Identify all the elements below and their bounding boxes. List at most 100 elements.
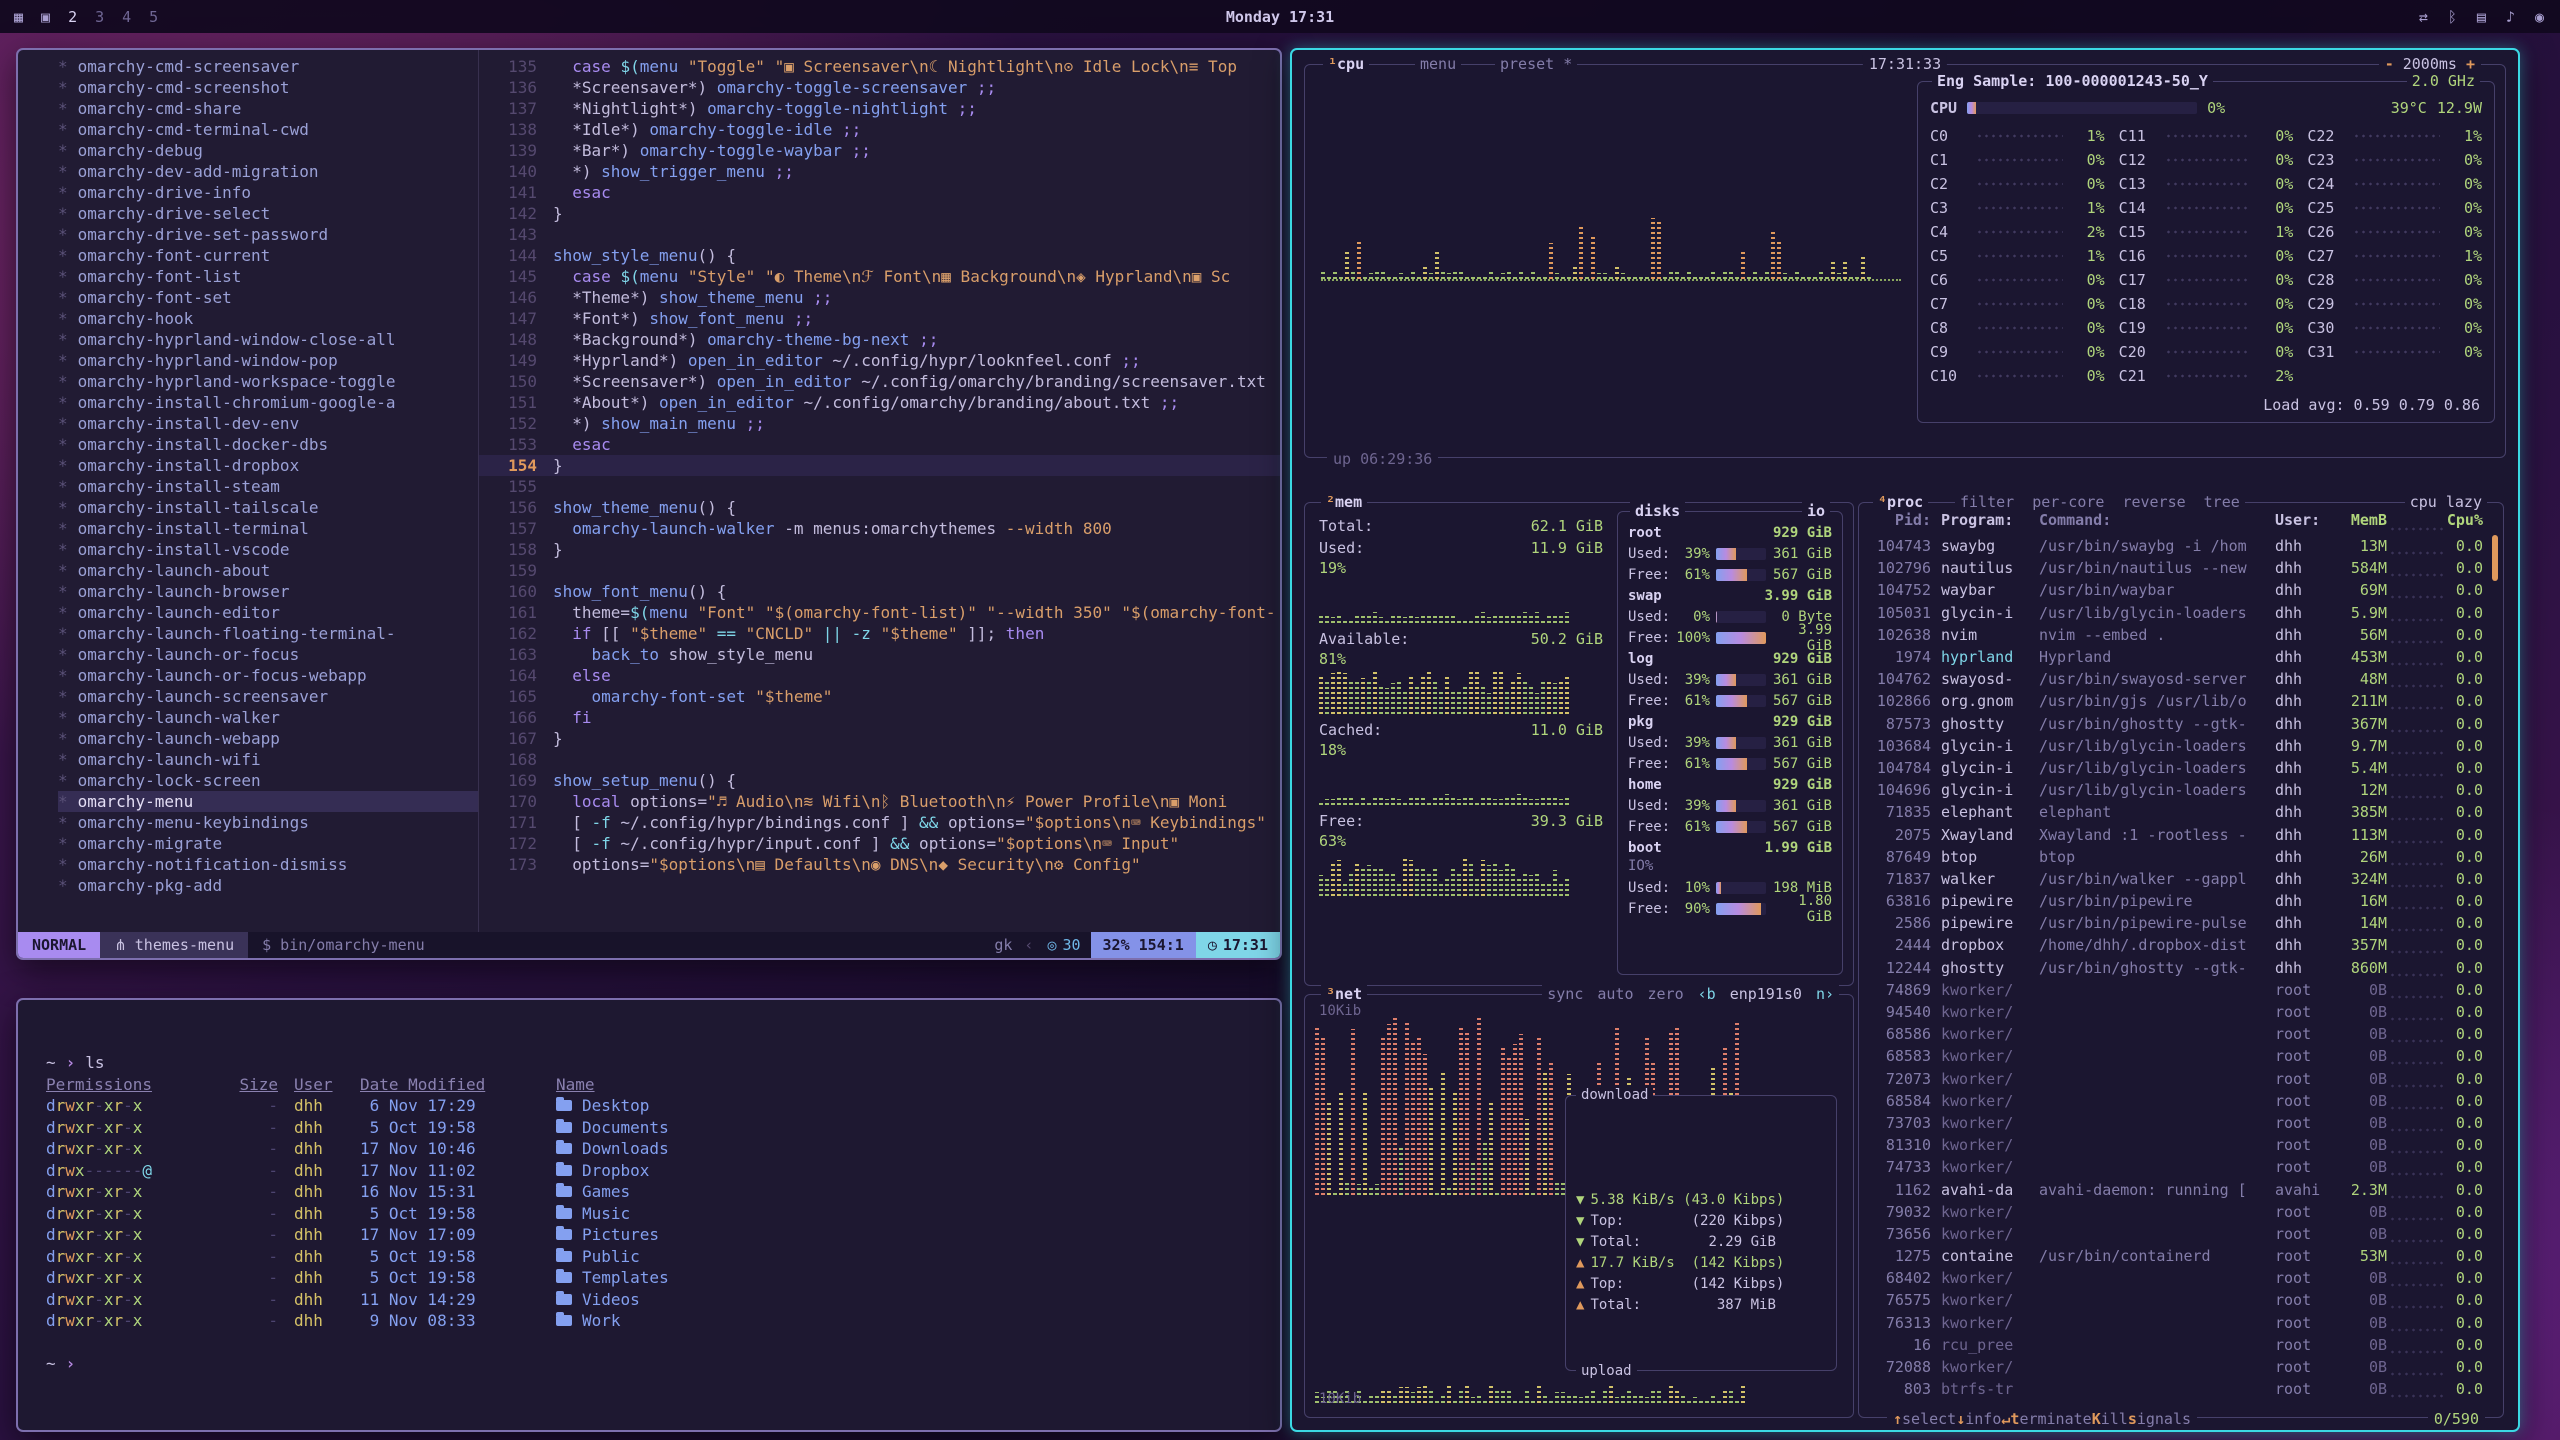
file-item[interactable]: *omarchy-hyprland-window-pop [58, 350, 478, 371]
power-icon[interactable]: ◉ [2535, 8, 2544, 26]
file-item[interactable]: *omarchy-menu-keybindings [58, 812, 478, 833]
file-item[interactable]: *omarchy-hyprland-workspace-toggle [58, 371, 478, 392]
process-row[interactable]: 12244ghostty/usr/bin/ghostty --gtk-dhh86… [1869, 957, 2483, 979]
file-item[interactable]: *omarchy-launch-walker [58, 707, 478, 728]
file-item[interactable]: *omarchy-launch-floating-terminal- [58, 623, 478, 644]
hotkey[interactable]: ↓ [1956, 1410, 1965, 1428]
workspace-2[interactable]: 2 [68, 8, 77, 26]
file-item[interactable]: *omarchy-drive-select [58, 203, 478, 224]
process-row[interactable]: 102796nautilus/usr/bin/nautilus --newdhh… [1869, 557, 2483, 579]
hotkey[interactable]: info [1965, 1410, 2001, 1428]
process-row[interactable]: 104784glycin-i/usr/lib/glycin-loadersdhh… [1869, 757, 2483, 779]
network-icon[interactable]: ⇄ [2419, 8, 2428, 26]
workspace-4[interactable]: 4 [122, 8, 131, 26]
file-item[interactable]: *omarchy-install-dropbox [58, 455, 478, 476]
proc-filter-button[interactable]: filter [1960, 493, 2014, 511]
process-row[interactable]: 72073kworker/root0B0.0 [1869, 1068, 2483, 1090]
file-item[interactable]: *omarchy-menu [58, 791, 478, 812]
prompt-line[interactable]: ~› [46, 1353, 1252, 1375]
process-row[interactable]: 73703kworker/root0B0.0 [1869, 1112, 2483, 1134]
process-row[interactable]: 2586pipewire/usr/bin/pipewire-pulsedhh14… [1869, 912, 2483, 934]
code-editor[interactable]: 135 case $(menu "Toggle" "▣ Screensaver\… [478, 50, 1280, 932]
proc-col-header[interactable]: MemB [2335, 511, 2387, 533]
file-item[interactable]: *omarchy-cmd-screenshot [58, 77, 478, 98]
file-item[interactable]: *omarchy-notification-dismiss [58, 854, 478, 875]
process-row[interactable]: 79032kworker/root0B0.0 [1869, 1201, 2483, 1223]
iface-next-button[interactable]: n› [1816, 985, 1834, 1003]
process-row[interactable]: 2444dropbox/home/dhh/.dropbox-distdhh357… [1869, 934, 2483, 956]
file-item[interactable]: *omarchy-install-tailscale [58, 497, 478, 518]
file-item[interactable]: *omarchy-dev-add-migration [58, 161, 478, 182]
hotkey[interactable]: K [2092, 1410, 2101, 1428]
process-row[interactable]: 104752waybar/usr/bin/waybardhh69M0.0 [1869, 579, 2483, 601]
process-row[interactable]: 104743swaybg/usr/bin/swaybg -i /homdhh13… [1869, 535, 2483, 557]
file-item[interactable]: *omarchy-launch-or-focus [58, 644, 478, 665]
process-row[interactable]: 72088kworker/root0B0.0 [1869, 1356, 2483, 1378]
refresh-interval[interactable]: - 2000ms + [2379, 55, 2481, 73]
process-row[interactable]: 81310kworker/root0B0.0 [1869, 1134, 2483, 1156]
process-row[interactable]: 1275containe/usr/bin/containerdroot53M0.… [1869, 1245, 2483, 1267]
file-item[interactable]: *omarchy-launch-webapp [58, 728, 478, 749]
process-sort[interactable]: cpu lazy [2405, 493, 2487, 511]
proc-reverse-button[interactable]: reverse [2122, 493, 2185, 511]
process-row[interactable]: 76575kworker/root0B0.0 [1869, 1289, 2483, 1311]
file-item[interactable]: *omarchy-drive-set-password [58, 224, 478, 245]
disks-io-toggle[interactable]: io [1802, 502, 1830, 520]
btop-preset-button[interactable]: preset * [1495, 55, 1577, 73]
process-row[interactable]: 68583kworker/root0B0.0 [1869, 1045, 2483, 1067]
process-row[interactable]: 104696glycin-i/usr/lib/glycin-loadersdhh… [1869, 779, 2483, 801]
proc-per-core-button[interactable]: per-core [2032, 493, 2104, 511]
file-item[interactable]: *omarchy-font-list [58, 266, 478, 287]
bluetooth-icon[interactable]: ᛒ [2448, 8, 2457, 26]
btop-menu-button[interactable]: menu [1415, 55, 1461, 73]
proc-col-header[interactable]: Command: [2029, 511, 2275, 533]
file-item[interactable]: *omarchy-install-steam [58, 476, 478, 497]
process-row[interactable]: 87573ghostty/usr/bin/ghostty --gtk-dhh36… [1869, 713, 2483, 735]
hotkey[interactable]: erminate [2019, 1410, 2091, 1428]
file-item[interactable]: *omarchy-font-set [58, 287, 478, 308]
process-scrollbar[interactable] [2492, 535, 2498, 1407]
file-item[interactable]: *omarchy-font-current [58, 245, 478, 266]
process-row[interactable]: 63816pipewire/usr/bin/pipewiredhh16M0.0 [1869, 890, 2483, 912]
process-row[interactable]: 73656kworker/root0B0.0 [1869, 1223, 2483, 1245]
file-item[interactable]: *omarchy-pkg-add [58, 875, 478, 896]
file-item[interactable]: *omarchy-launch-editor [58, 602, 478, 623]
process-row[interactable]: 87649btopbtopdhh26M0.0 [1869, 846, 2483, 868]
hotkey[interactable]: ↑ [1893, 1410, 1902, 1428]
proc-col-header[interactable]: User: [2275, 511, 2335, 533]
process-row[interactable]: 71835elephantelephantdhh385M0.0 [1869, 801, 2483, 823]
workspace-1-icon[interactable]: ▣ [41, 8, 50, 26]
hotkey[interactable]: ↵ [2001, 1410, 2010, 1428]
net-zero-button[interactable]: zero [1648, 985, 1684, 1003]
interval-minus-button[interactable]: - [2385, 55, 2394, 73]
file-item[interactable]: *omarchy-cmd-share [58, 98, 478, 119]
file-item[interactable]: *omarchy-launch-browser [58, 581, 478, 602]
workspace-5[interactable]: 5 [149, 8, 158, 26]
proc-col-header[interactable]: Pid: [1869, 511, 1931, 533]
file-item[interactable]: *omarchy-hook [58, 308, 478, 329]
proc-col-header[interactable]: Program: [1931, 511, 2029, 533]
process-row[interactable]: 1162avahi-daavahi-daemon: running [avahi… [1869, 1178, 2483, 1200]
file-item[interactable]: *omarchy-launch-about [58, 560, 478, 581]
process-row[interactable]: 94540kworker/root0B0.0 [1869, 1001, 2483, 1023]
process-row[interactable]: 16rcu_preeroot0B0.0 [1869, 1334, 2483, 1356]
process-row[interactable]: 1974hyprlandHyprlanddhh453M0.0 [1869, 646, 2483, 668]
process-row[interactable]: 76313kworker/root0B0.0 [1869, 1312, 2483, 1334]
file-item[interactable]: *omarchy-install-vscode [58, 539, 478, 560]
process-row[interactable]: 102866org.gnom/usr/bin/gjs /usr/lib/odhh… [1869, 690, 2483, 712]
file-item[interactable]: *omarchy-install-terminal [58, 518, 478, 539]
process-row[interactable]: 103684glycin-i/usr/lib/glycin-loadersdhh… [1869, 735, 2483, 757]
proc-tree-button[interactable]: tree [2204, 493, 2240, 511]
file-item[interactable]: *omarchy-launch-or-focus-webapp [58, 665, 478, 686]
hotkey[interactable]: select [1902, 1410, 1956, 1428]
hotkey[interactable]: ill [2101, 1410, 2128, 1428]
process-row[interactable]: 68402kworker/root0B0.0 [1869, 1267, 2483, 1289]
hotkey[interactable]: ignals [2137, 1410, 2191, 1428]
file-item[interactable]: *omarchy-install-chromium-google-a [58, 392, 478, 413]
hotkey[interactable]: s [2128, 1410, 2137, 1428]
process-row[interactable]: 104762swayosd-/usr/bin/swayosd-serverdhh… [1869, 668, 2483, 690]
process-row[interactable]: 74733kworker/root0B0.0 [1869, 1156, 2483, 1178]
volume-icon[interactable]: ♪ [2506, 8, 2515, 26]
process-row[interactable]: 105031glycin-i/usr/lib/glycin-loadersdhh… [1869, 602, 2483, 624]
hotkey[interactable]: t [2010, 1410, 2019, 1428]
